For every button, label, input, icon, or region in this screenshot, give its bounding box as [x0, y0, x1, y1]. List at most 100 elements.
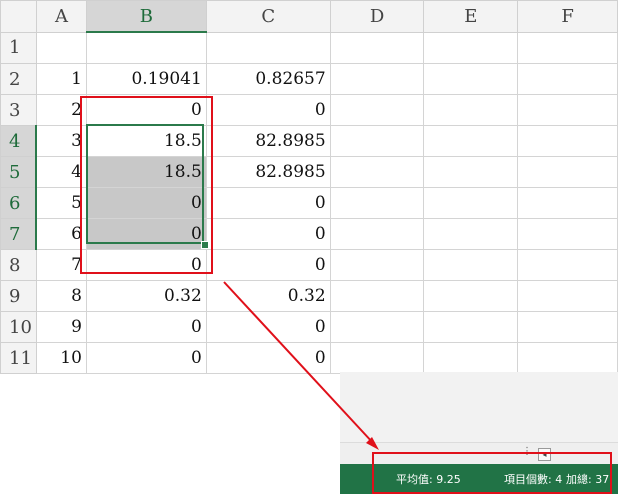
row-header[interactable]: 10 — [0, 311, 37, 343]
cell-b3[interactable]: 0 — [85, 94, 207, 126]
table-row: 1 — [0, 31, 618, 64]
cell-f9[interactable] — [517, 280, 618, 312]
cell-b10[interactable]: 0 — [85, 311, 207, 343]
row-header[interactable]: 5 — [0, 156, 38, 188]
row-header[interactable]: 2 — [0, 63, 37, 95]
cell-e11[interactable] — [423, 342, 519, 374]
cell-d8[interactable] — [329, 249, 425, 281]
column-header-d[interactable]: D — [329, 0, 425, 33]
row-header[interactable]: 11 — [0, 342, 37, 374]
cell-d7[interactable] — [329, 218, 425, 250]
column-header-b[interactable]: B — [85, 0, 207, 33]
cell-c5[interactable]: 82.8985 — [205, 156, 331, 188]
cell-c3[interactable]: 0 — [205, 94, 331, 126]
active-cell-b4[interactable]: 18.5 — [85, 125, 207, 157]
cell-d1[interactable] — [329, 31, 425, 64]
column-header-e[interactable]: E — [423, 0, 519, 33]
cell-e2[interactable] — [423, 63, 519, 95]
cell-e9[interactable] — [423, 280, 519, 312]
cell-b11[interactable]: 0 — [85, 342, 207, 374]
selected-cell-b5[interactable]: 18.5 — [85, 156, 207, 188]
column-header-c[interactable]: C — [205, 0, 331, 33]
cell-c4[interactable]: 82.8985 — [205, 125, 331, 157]
select-all-corner[interactable] — [0, 0, 37, 33]
cell-c6[interactable]: 0 — [205, 187, 331, 219]
row-header[interactable]: 4 — [0, 125, 38, 157]
cell-d10[interactable] — [329, 311, 425, 343]
table-row: 8 7 0 0 — [0, 249, 618, 281]
cell-b9[interactable]: 0.32 — [85, 280, 207, 312]
table-row: 9 8 0.32 0.32 — [0, 280, 618, 312]
cell-c10[interactable]: 0 — [205, 311, 331, 343]
cell-b8[interactable]: 0 — [85, 249, 207, 281]
cell-d4[interactable] — [329, 125, 425, 157]
row-header[interactable]: 8 — [0, 249, 37, 281]
cell-c1[interactable] — [205, 31, 331, 64]
cell-f11[interactable] — [517, 342, 618, 374]
cell-e5[interactable] — [423, 156, 519, 188]
cell-a8[interactable]: 7 — [35, 249, 87, 281]
cell-c2[interactable]: 0.82657 — [205, 63, 331, 95]
cell-f1[interactable] — [517, 31, 618, 64]
row-header[interactable]: 3 — [0, 94, 37, 126]
cell-a10[interactable]: 9 — [35, 311, 87, 343]
cell-a3[interactable]: 2 — [35, 94, 87, 126]
cell-a2[interactable]: 1 — [35, 63, 87, 95]
cell-a11[interactable]: 10 — [35, 342, 87, 374]
cell-e10[interactable] — [423, 311, 519, 343]
column-header-f[interactable]: F — [517, 0, 618, 33]
row-header[interactable]: 6 — [0, 187, 38, 219]
cell-f2[interactable] — [517, 63, 618, 95]
cell-d3[interactable] — [329, 94, 425, 126]
cell-f10[interactable] — [517, 311, 618, 343]
cell-f6[interactable] — [517, 187, 618, 219]
cell-d9[interactable] — [329, 280, 425, 312]
status-bar: 平均值: 9.25 項目個數: 4 加總: 37 — [340, 464, 618, 494]
row-header[interactable]: 1 — [0, 31, 37, 64]
split-handle-icon[interactable]: ⋮ — [522, 446, 532, 457]
table-row: 7 6 0 0 — [0, 218, 618, 250]
cell-f7[interactable] — [517, 218, 618, 250]
cell-d2[interactable] — [329, 63, 425, 95]
cell-f4[interactable] — [517, 125, 618, 157]
cell-d6[interactable] — [329, 187, 425, 219]
cell-c11[interactable]: 0 — [205, 342, 331, 374]
spreadsheet-grid: A B C D E F 1 2 1 0.19041 0.82657 3 2 0 … — [0, 0, 618, 374]
selected-cell-b6[interactable]: 0 — [85, 187, 207, 219]
cell-b1[interactable] — [85, 31, 207, 64]
cell-d5[interactable] — [329, 156, 425, 188]
cell-b2[interactable]: 0.19041 — [85, 63, 207, 95]
selected-cell-b7[interactable]: 0 — [85, 218, 207, 250]
table-row: 11 10 0 0 — [0, 342, 618, 374]
column-header-a[interactable]: A — [35, 0, 87, 33]
table-row: 5 4 18.5 82.8985 — [0, 156, 618, 188]
cell-a7[interactable]: 6 — [35, 218, 87, 250]
cell-a6[interactable]: 5 — [35, 187, 87, 219]
table-row: 6 5 0 0 — [0, 187, 618, 219]
status-sum: 加總: 37 — [566, 473, 610, 486]
cell-f3[interactable] — [517, 94, 618, 126]
cell-a1[interactable] — [35, 31, 87, 64]
cell-c7[interactable]: 0 — [205, 218, 331, 250]
cell-e3[interactable] — [423, 94, 519, 126]
cell-e1[interactable] — [423, 31, 519, 64]
cell-e8[interactable] — [423, 249, 519, 281]
fill-handle[interactable] — [201, 241, 209, 249]
table-row: 3 2 0 0 — [0, 94, 618, 126]
horizontal-scrollbar-area[interactable] — [340, 442, 618, 465]
cell-a5[interactable]: 4 — [35, 156, 87, 188]
cell-e7[interactable] — [423, 218, 519, 250]
cell-c8[interactable]: 0 — [205, 249, 331, 281]
row-header[interactable]: 9 — [0, 280, 37, 312]
cell-f5[interactable] — [517, 156, 618, 188]
column-header-row: A B C D E F — [0, 0, 618, 33]
cell-e6[interactable] — [423, 187, 519, 219]
row-header[interactable]: 7 — [0, 218, 38, 250]
cell-e4[interactable] — [423, 125, 519, 157]
cell-a4[interactable]: 3 — [35, 125, 87, 157]
cell-d11[interactable] — [329, 342, 425, 374]
cell-a9[interactable]: 8 — [35, 280, 87, 312]
cell-c9[interactable]: 0.32 — [205, 280, 331, 312]
cell-f8[interactable] — [517, 249, 618, 281]
scroll-left-icon[interactable]: ◂ — [538, 448, 551, 461]
